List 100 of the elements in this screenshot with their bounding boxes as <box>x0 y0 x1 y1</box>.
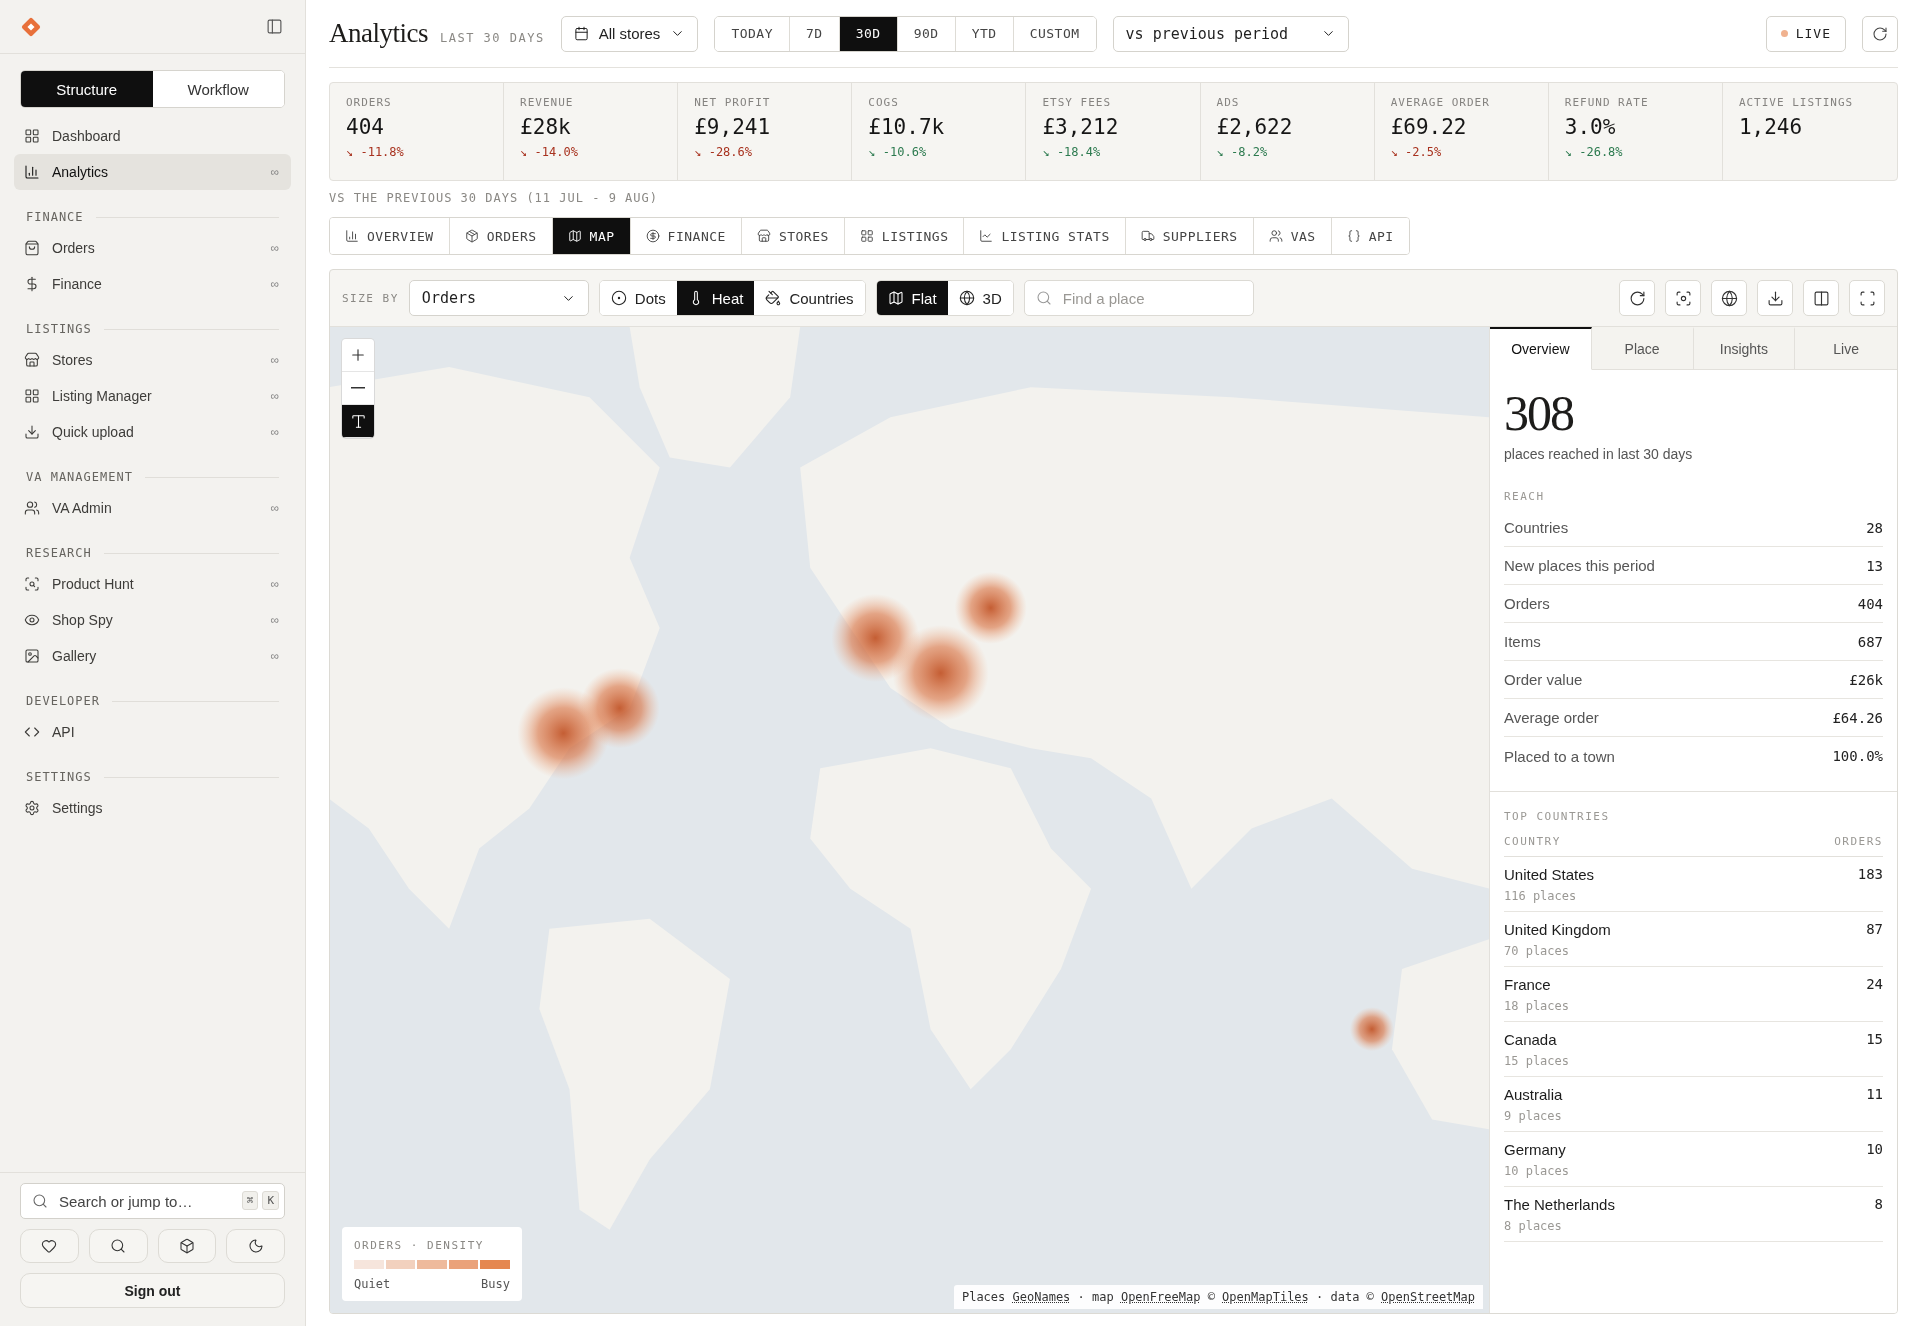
kpi-label: REVENUE <box>520 96 575 109</box>
size-by-select[interactable]: Orders <box>408 280 589 316</box>
stat-label: Items <box>1504 633 1541 650</box>
attribution-link[interactable]: OpenStreetMap <box>1381 1290 1475 1304</box>
kpi-value: £9,241 <box>694 115 772 139</box>
search-icon <box>1035 290 1052 306</box>
text-icon <box>349 412 367 430</box>
sidebar-toggle-icon[interactable] <box>264 16 285 37</box>
infinity-label: ∞ <box>270 425 279 439</box>
nav-item[interactable]: Analytics ∞ <box>14 154 291 190</box>
stat-label: Order value <box>1504 671 1583 688</box>
refresh-icon[interactable] <box>1862 15 1898 52</box>
stat-value: £64.26 <box>1832 709 1883 726</box>
refresh-icon[interactable] <box>1619 280 1655 316</box>
attribution-link[interactable]: GeoNames <box>1012 1290 1071 1304</box>
section-tab[interactable]: MAP <box>552 218 631 254</box>
infinity-label: ∞ <box>270 613 279 627</box>
country-name: France <box>1504 976 1552 993</box>
kpi-change: ↘ -26.8% <box>1564 145 1624 159</box>
download-icon <box>24 424 40 440</box>
country-orders: 183 <box>1857 866 1883 883</box>
code-icon <box>24 724 40 740</box>
kpi-value: 3.0% <box>1564 115 1617 139</box>
eye-icon <box>24 612 40 628</box>
sign-out-button[interactable]: Sign out <box>20 1273 285 1308</box>
shortcut-key: K <box>262 1191 279 1210</box>
panel-tab[interactable]: Insights <box>1693 327 1796 370</box>
stat-value: 100.0% <box>1832 748 1883 764</box>
place-search-field[interactable]: Find a place <box>1023 280 1254 316</box>
store-select[interactable]: All stores <box>560 15 699 52</box>
nav-item[interactable]: Dashboard <box>14 118 291 154</box>
attribution-link[interactable]: OpenFreeMap <box>1120 1290 1201 1304</box>
image-icon <box>24 648 40 664</box>
stat-value: 28 <box>1866 519 1883 536</box>
fullscreen-icon[interactable] <box>1849 280 1885 316</box>
country-places: 70 places <box>1504 944 1571 958</box>
stat-value: 687 <box>1857 633 1883 650</box>
infinity-label: ∞ <box>270 389 279 403</box>
stat-value: 404 <box>1857 595 1883 612</box>
box-icon[interactable] <box>157 1229 217 1263</box>
legend-title: ORDERS · DENSITY <box>354 1239 485 1252</box>
nav-item[interactable]: Listing Manager ∞ <box>14 378 291 414</box>
section-title: RESEARCH <box>26 546 92 560</box>
labels-toggle-button[interactable] <box>342 405 374 438</box>
panel-icon[interactable] <box>1803 280 1839 316</box>
range-button[interactable]: TODAY <box>715 16 790 51</box>
scan-icon <box>24 576 40 592</box>
kpi-change: ↘ -11.8% <box>346 145 405 159</box>
kpi-value: £28k <box>520 115 572 139</box>
segment-button[interactable]: Structure <box>21 71 153 107</box>
live-button[interactable]: LIVE <box>1765 15 1846 52</box>
country-orders: 15 <box>1866 1031 1883 1048</box>
zoom-in-button[interactable] <box>342 339 374 372</box>
kpi-change: ↘ -18.4% <box>1042 145 1102 159</box>
nav-item[interactable]: Quick upload ∞ <box>14 414 291 450</box>
nav-item[interactable]: Gallery ∞ <box>14 638 291 674</box>
map-icon <box>567 229 582 243</box>
country-orders: 10 <box>1866 1141 1883 1158</box>
panel-tab[interactable]: Place <box>1591 327 1694 370</box>
kpi-value: £3,212 <box>1042 115 1120 139</box>
country-places: 15 places <box>1504 1054 1571 1068</box>
nav-item[interactable]: Settings <box>14 790 291 826</box>
nav-item[interactable]: VA Admin ∞ <box>14 490 291 526</box>
column-header: COUNTRY <box>1504 835 1561 848</box>
kpi-label: NET PROFIT <box>694 96 772 109</box>
country-places: 8 places <box>1504 1219 1563 1233</box>
layer-button[interactable]: Heat <box>676 281 755 315</box>
stat-label: Average order <box>1504 709 1599 726</box>
grid-icon <box>859 229 874 243</box>
moon-icon[interactable] <box>226 1229 285 1263</box>
kpi-label: REFUND RATE <box>1564 96 1650 109</box>
kpi-value: £2,622 <box>1216 115 1294 139</box>
focus-icon[interactable] <box>1665 280 1701 316</box>
search-icon <box>32 1193 48 1209</box>
stat-value: 13 <box>1866 557 1883 574</box>
section-tab[interactable]: OVERVIEW <box>330 218 450 254</box>
nav-item[interactable]: Stores ∞ <box>14 342 291 378</box>
country-name: United States <box>1504 866 1596 883</box>
reach-heading: REACH <box>1504 490 1546 503</box>
attribution-link[interactable]: OpenMapTiles <box>1222 1290 1309 1304</box>
globe-icon[interactable] <box>1711 280 1747 316</box>
live-dot-icon <box>1780 30 1788 37</box>
compare-select[interactable]: vs previous period <box>1112 15 1349 52</box>
nav-item[interactable]: Product Hunt ∞ <box>14 566 291 602</box>
stat-label: Placed to a town <box>1504 747 1615 765</box>
download-icon[interactable] <box>1757 280 1793 316</box>
nav-item[interactable]: Finance ∞ <box>14 266 291 302</box>
search-icon[interactable] <box>88 1229 148 1263</box>
projection-button[interactable]: Flat <box>876 281 948 315</box>
panel-tab[interactable]: Overview <box>1490 327 1592 370</box>
stat-label: Countries <box>1504 519 1569 536</box>
nav-item[interactable]: Shop Spy ∞ <box>14 602 291 638</box>
bag-icon <box>24 240 40 256</box>
map-icon <box>887 290 904 306</box>
nav-item[interactable]: API <box>14 714 291 750</box>
heart-icon[interactable] <box>20 1229 79 1263</box>
range-button[interactable]: 30D <box>839 16 898 51</box>
line-chart-icon <box>979 229 994 243</box>
kpi-label: COGS <box>868 96 900 109</box>
nav-item[interactable]: Orders ∞ <box>14 230 291 266</box>
